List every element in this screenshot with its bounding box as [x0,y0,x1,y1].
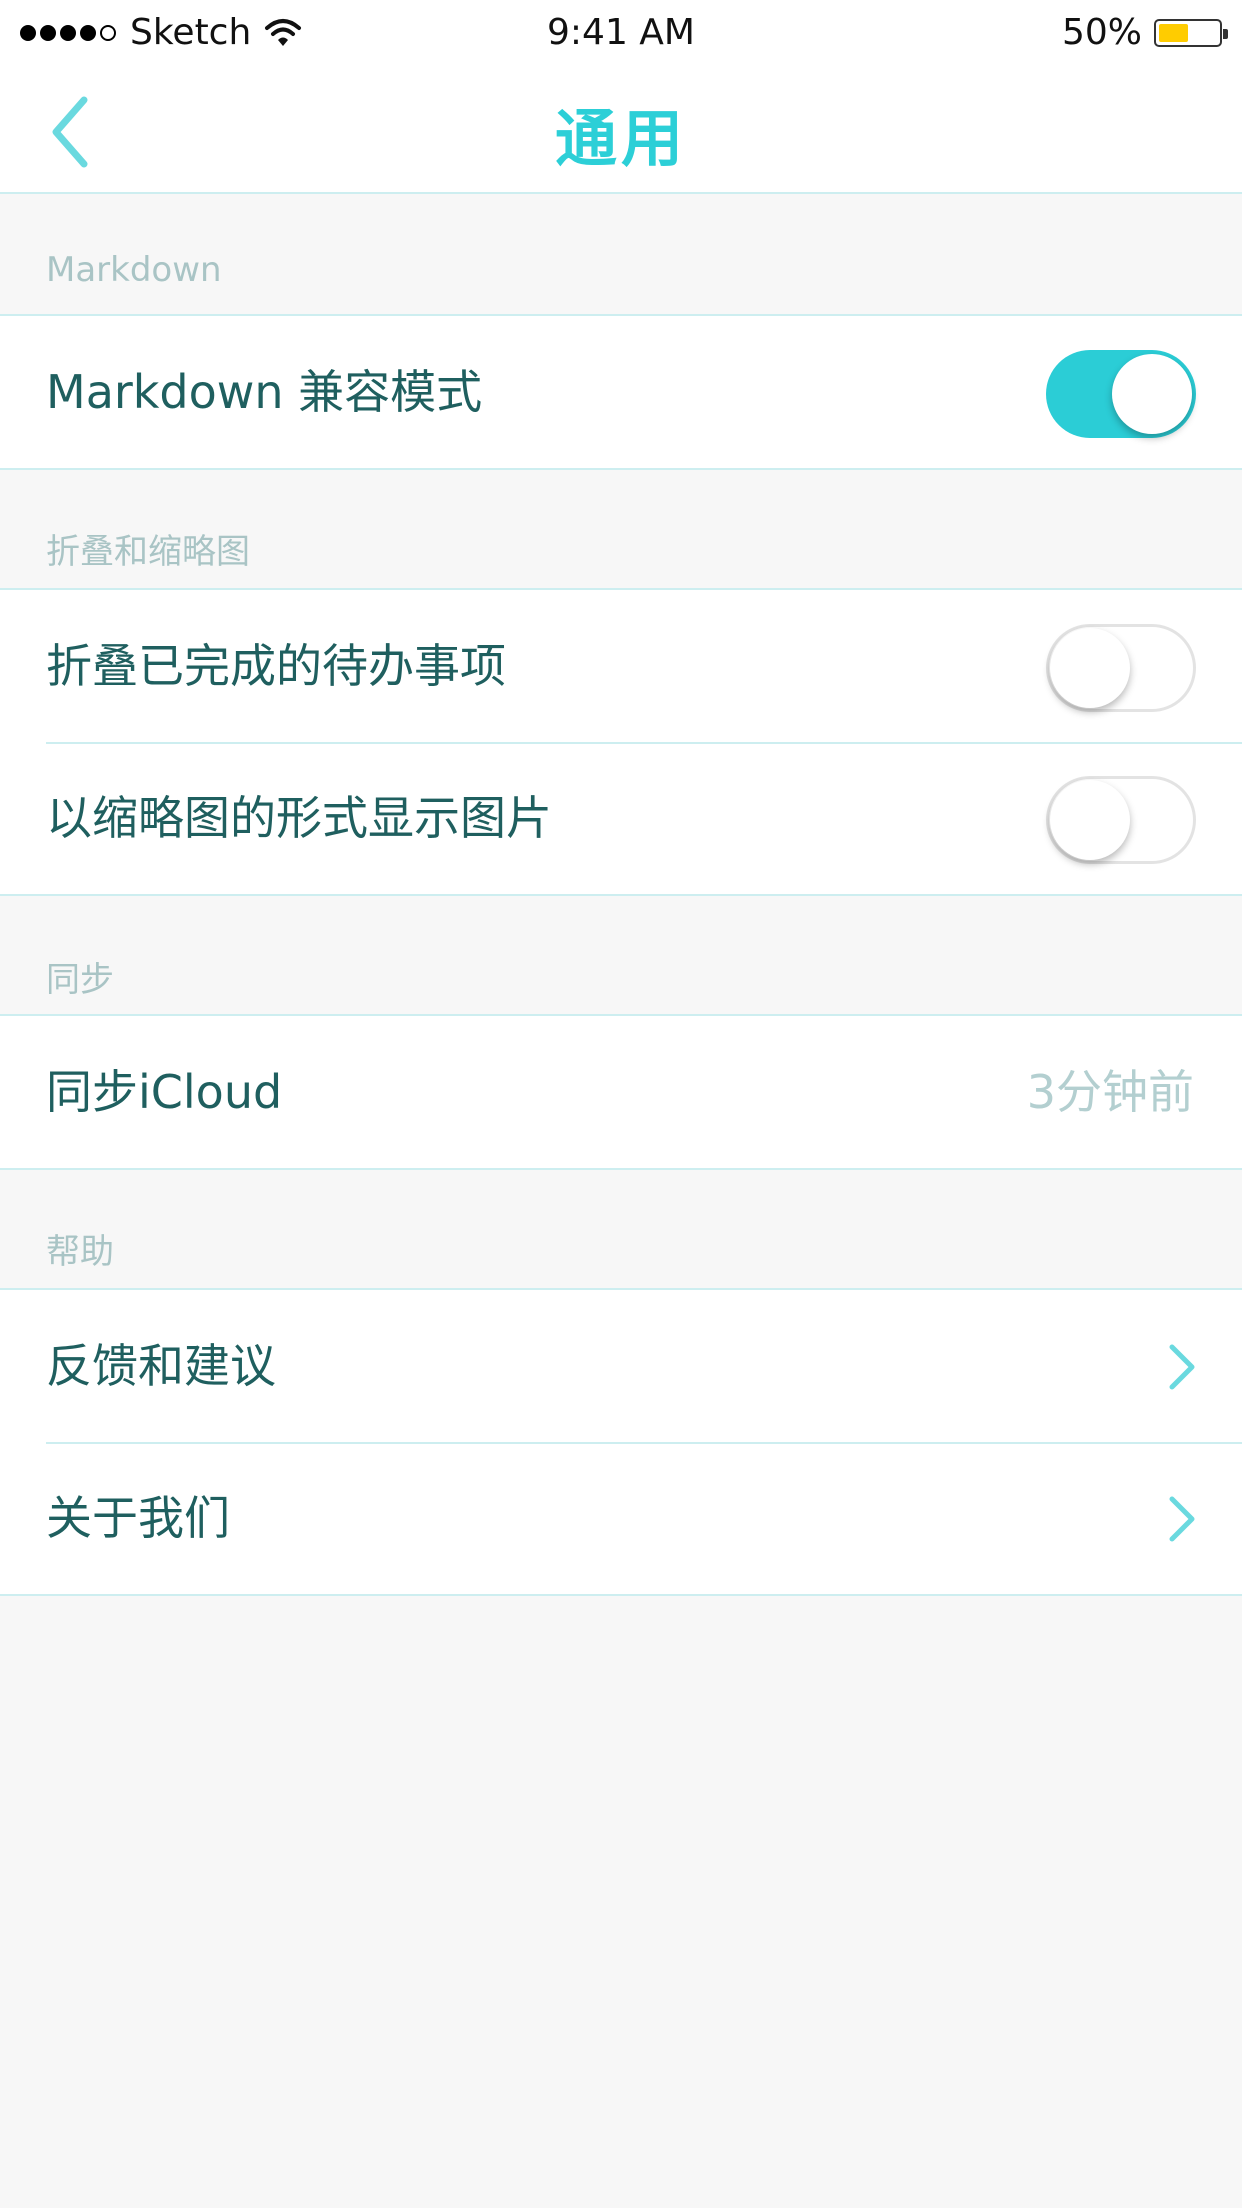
setting-row-about[interactable]: 关于我们 [0,1442,1242,1594]
clock: 9:41 AM [547,12,695,53]
section-header-sync: 同步 [46,960,114,1000]
markdown-compat-toggle[interactable] [1046,350,1196,438]
chevron-right-icon [1169,1496,1195,1542]
setting-row-markdown-compat: Markdown 兼容模式 [0,316,1242,468]
battery-icon [1154,18,1228,47]
group-help: 反馈和建议 关于我们 [0,1288,1242,1596]
about-label: 关于我们 [46,1491,230,1545]
page-title: 通用 [554,102,687,175]
status-right: 50% [1061,12,1228,53]
thumbnail-toggle[interactable] [1046,776,1196,864]
thumbnail-label: 以缩略图的形式显示图片 [46,791,552,845]
navigation-bar: 通用 [0,66,1242,194]
section-header-markdown: Markdown [46,250,222,290]
group-markdown: Markdown 兼容模式 [0,314,1242,470]
chevron-right-icon [1169,1344,1195,1390]
markdown-compat-label: Markdown 兼容模式 [46,365,483,419]
section-header-fold: 折叠和缩略图 [46,532,250,572]
fold-done-toggle[interactable] [1046,624,1196,712]
setting-row-fold-done: 折叠已完成的待办事项 [0,590,1242,742]
battery-percent: 50% [1061,12,1142,53]
setting-row-feedback[interactable]: 反馈和建议 [0,1290,1242,1442]
feedback-label: 反馈和建议 [46,1339,276,1393]
group-sync: 同步iCloud 3分钟前 [0,1014,1242,1170]
icloud-last-sync: 3分钟前 [1026,1065,1194,1119]
group-fold: 折叠已完成的待办事项 以缩略图的形式显示图片 [0,588,1242,896]
section-header-help: 帮助 [46,1232,114,1272]
icloud-label: 同步iCloud [46,1065,283,1119]
setting-row-icloud[interactable]: 同步iCloud 3分钟前 [0,1016,1242,1168]
status-bar: Sketch 9:41 AM 50% [0,0,1242,66]
setting-row-thumbnail: 以缩略图的形式显示图片 [0,742,1242,894]
fold-done-label: 折叠已完成的待办事项 [46,639,506,693]
